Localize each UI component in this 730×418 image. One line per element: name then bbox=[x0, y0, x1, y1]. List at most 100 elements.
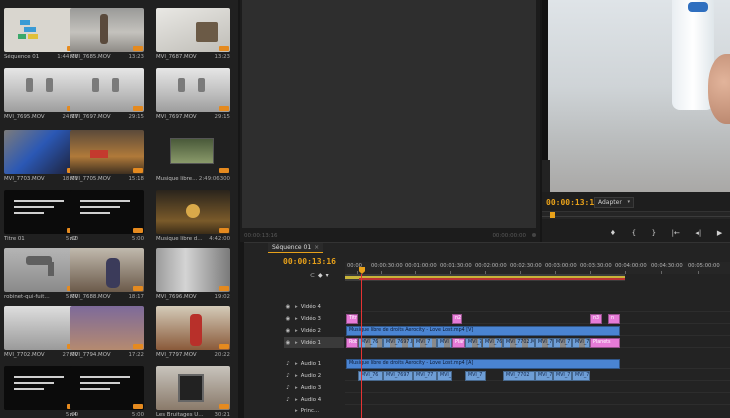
expand-track-icon[interactable]: ▸ bbox=[295, 328, 298, 334]
tab-sequence[interactable]: Séquence 01 × bbox=[268, 243, 324, 253]
mark-in-icon[interactable]: { bbox=[632, 229, 636, 237]
program-timecode[interactable]: 00:00:13:16 bbox=[546, 198, 599, 207]
audio-clip[interactable]: MVI_7 bbox=[553, 371, 572, 381]
track-header-v2[interactable]: ◉ ▸ Vidéo 2 bbox=[284, 325, 344, 336]
track-row-a3[interactable] bbox=[345, 382, 730, 393]
audio-clip[interactable]: MVI_7 bbox=[465, 371, 486, 381]
bin-clip[interactable]: MVI_7697.MOV 29:15 bbox=[156, 68, 234, 120]
expand-track-icon[interactable]: ▸ bbox=[295, 373, 298, 379]
track-header-a2[interactable]: ♪ ▸ Audio 2 bbox=[284, 370, 344, 381]
track-row-v4[interactable] bbox=[345, 301, 730, 312]
title-clip[interactable]: Titr bbox=[346, 314, 358, 324]
title-clip[interactable]: n2 bbox=[452, 314, 462, 324]
video-clip[interactable]: MVI_7 bbox=[413, 338, 437, 348]
video-clip[interactable]: MVI_7 bbox=[553, 338, 572, 348]
bin-clip[interactable]: Musique libre de...2:49:06300 bbox=[156, 130, 234, 182]
track-header-master[interactable]: ▸ Princ... bbox=[284, 405, 344, 416]
ruler-tick-label: 00:04:00:00 bbox=[615, 263, 647, 269]
clip-badge-icon bbox=[219, 228, 229, 233]
bin-clip[interactable]: Les Bruitages Util... 30:21 bbox=[156, 366, 234, 418]
track-header-v1[interactable]: ◉ ▸ Vidéo 1 bbox=[284, 337, 344, 348]
eye-icon[interactable]: ◉ bbox=[284, 304, 292, 310]
close-icon[interactable]: × bbox=[314, 244, 319, 251]
expand-track-icon[interactable]: ▸ bbox=[295, 397, 298, 403]
clip-name: Séquence 01 bbox=[4, 54, 40, 60]
timeline-timecode[interactable]: 00:00:13:16 bbox=[283, 257, 336, 266]
audio-clip[interactable]: MVI_7702 bbox=[503, 371, 535, 381]
go-to-in-icon[interactable]: |← bbox=[672, 229, 680, 237]
expand-track-icon[interactable]: ▸ bbox=[295, 361, 298, 367]
marker-icon[interactable]: ◆ bbox=[318, 272, 323, 279]
audio-clip[interactable]: MVI_ bbox=[437, 371, 452, 381]
track-row-a4[interactable] bbox=[345, 394, 730, 405]
video-clip[interactable]: MVI_7 bbox=[572, 338, 590, 348]
timeline-playhead[interactable] bbox=[361, 274, 362, 418]
track-header-a1[interactable]: ♪ ▸ Audio 1 bbox=[284, 358, 344, 369]
track-label: Audio 1 bbox=[300, 360, 322, 367]
title-clip[interactable]: n3 bbox=[590, 314, 602, 324]
bin-clip[interactable]: n2 5:00 bbox=[70, 190, 148, 242]
video-clip[interactable]: MVI_76 bbox=[482, 338, 503, 348]
title-clip[interactable]: n bbox=[608, 314, 620, 324]
audio-clip[interactable]: Musique libre de droits Aerocity - Love … bbox=[346, 359, 620, 369]
clip-name: Titre 01 bbox=[4, 236, 25, 242]
clip-badge-icon bbox=[219, 286, 229, 291]
work-area-bar[interactable] bbox=[345, 274, 625, 281]
bin-clip[interactable]: MVI_7705.MOV 15:18 bbox=[70, 130, 148, 182]
source-monitor-screen[interactable] bbox=[242, 0, 536, 228]
audio-clip[interactable]: MVI_7 bbox=[572, 371, 590, 381]
expand-track-icon[interactable]: ▸ bbox=[295, 304, 298, 310]
bin-clip[interactable]: n4 5:00 bbox=[70, 366, 148, 418]
bin-clip[interactable]: MVI_7697.MOV 29:15 bbox=[70, 68, 148, 120]
bin-clip[interactable]: MVI_7696.MOV 19:02 bbox=[156, 248, 234, 300]
track-header-v3[interactable]: ◉ ▸ Vidéo 3 bbox=[284, 313, 344, 324]
track-label: Audio 2 bbox=[300, 372, 322, 379]
speaker-icon[interactable]: ♪ bbox=[284, 361, 292, 367]
eye-icon[interactable]: ◉ bbox=[284, 316, 292, 322]
snap-icon[interactable]: ⊂ bbox=[310, 272, 315, 279]
expand-track-icon[interactable]: ▸ bbox=[295, 340, 298, 346]
video-clip[interactable]: MVI_7697.M bbox=[383, 338, 413, 348]
clip-duration: 19:02 bbox=[214, 294, 230, 300]
speaker-icon[interactable]: ♪ bbox=[284, 385, 292, 391]
bin-clip[interactable]: MVI_7685.MOV 13:23 bbox=[70, 8, 148, 60]
expand-track-icon[interactable]: ▸ bbox=[295, 408, 298, 414]
track-row-v3[interactable] bbox=[345, 313, 730, 324]
audio-clip[interactable]: MVI_77 bbox=[413, 371, 437, 381]
video-clip[interactable]: MVI bbox=[437, 338, 452, 348]
step-back-icon[interactable]: ◂| bbox=[695, 229, 701, 237]
video-clip[interactable]: MVI_7 bbox=[465, 338, 482, 348]
track-header-a3[interactable]: ♪ ▸ Audio 3 bbox=[284, 382, 344, 393]
bin-clip[interactable]: MVI_7687.MOV 13:23 bbox=[156, 8, 234, 60]
bin-clip[interactable]: Musique libre de dr... 4:42:00 bbox=[156, 190, 234, 242]
playhead-marker-icon[interactable] bbox=[550, 212, 555, 218]
audio-clip[interactable]: MVI_7 bbox=[535, 371, 553, 381]
timeline-ruler[interactable]: 00:00 00:00:30:00 00:01:00:00 00:01:30:00 00… bbox=[345, 262, 730, 274]
video-clip[interactable]: MVI_7 bbox=[535, 338, 553, 348]
settings-icon[interactable] bbox=[532, 233, 536, 237]
bin-clip[interactable]: MVI_7794.MOV 17:22 bbox=[70, 306, 148, 358]
link-icon[interactable]: ▾ bbox=[326, 272, 329, 279]
fit-dropdown[interactable]: Adapter ▾ bbox=[594, 197, 634, 208]
bin-clip[interactable]: MVI_7688.MOV 18:17 bbox=[70, 248, 148, 300]
mark-out-icon[interactable]: } bbox=[652, 229, 656, 237]
expand-track-icon[interactable]: ▸ bbox=[295, 316, 298, 322]
play-icon[interactable]: ▶ bbox=[717, 229, 722, 237]
video-clip[interactable]: Musique libre de droits Aerocity - Love … bbox=[346, 326, 620, 336]
track-header-v4[interactable]: ◉ ▸ Vidéo 4 bbox=[284, 301, 344, 312]
eye-icon[interactable]: ◉ bbox=[284, 340, 292, 346]
speaker-icon[interactable]: ♪ bbox=[284, 373, 292, 379]
bin-clip[interactable]: MVI_7797.MOV 20:22 bbox=[156, 306, 234, 358]
expand-track-icon[interactable]: ▸ bbox=[295, 385, 298, 391]
video-clip[interactable]: Planets bbox=[590, 338, 620, 348]
track-header-a4[interactable]: ♪ ▸ Audio 4 bbox=[284, 394, 344, 405]
program-scrubber[interactable] bbox=[542, 211, 730, 219]
eye-icon[interactable]: ◉ bbox=[284, 328, 292, 334]
source-monitor: 00:00:13:16 00:00:00:00 bbox=[240, 0, 540, 242]
video-clip[interactable]: Rob bbox=[346, 338, 358, 348]
audio-clip[interactable]: MVI_7697 bbox=[383, 371, 413, 381]
add-marker-icon[interactable]: ♦ bbox=[610, 229, 616, 237]
speaker-icon[interactable]: ♪ bbox=[284, 397, 292, 403]
video-clip[interactable]: MVI_7702.M bbox=[503, 338, 535, 348]
video-clip[interactable]: Plan bbox=[452, 338, 465, 348]
